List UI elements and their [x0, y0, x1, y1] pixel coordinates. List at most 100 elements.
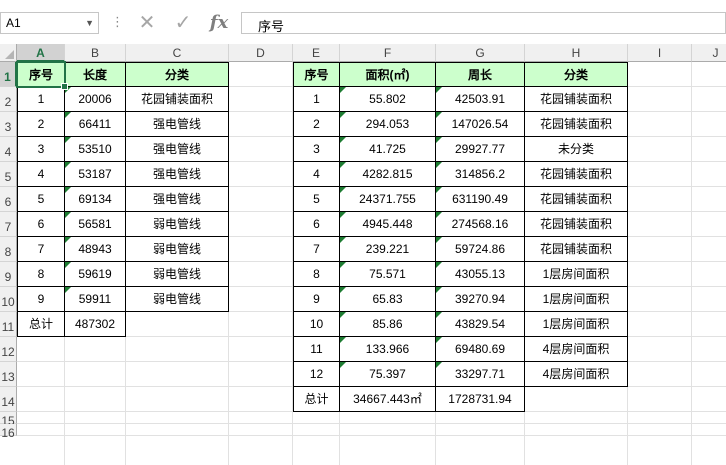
- left-table-cell[interactable]: 强电管线: [126, 187, 229, 212]
- right-total-label[interactable]: 总计: [293, 387, 340, 412]
- row-header-5[interactable]: 5: [0, 162, 17, 187]
- left-table-cell[interactable]: 5: [17, 187, 65, 212]
- row-header-9[interactable]: 9: [0, 262, 17, 287]
- right-table-cell[interactable]: 花园铺装面积: [525, 212, 628, 237]
- left-table-cell[interactable]: 弱电管线: [126, 212, 229, 237]
- row-header-16[interactable]: 16: [0, 424, 17, 440]
- right-table-cell[interactable]: 4945.448: [340, 212, 436, 237]
- left-table-cell[interactable]: 59619: [65, 262, 126, 287]
- right-table-cell[interactable]: 10: [293, 312, 340, 337]
- left-table-cell[interactable]: 花园铺装面积: [126, 87, 229, 112]
- formula-input[interactable]: 序号: [241, 12, 726, 34]
- left-header-cell[interactable]: 分类: [126, 62, 229, 87]
- row-header-11[interactable]: 11: [0, 312, 17, 337]
- right-table-cell[interactable]: 1: [293, 87, 340, 112]
- column-header-c[interactable]: C: [126, 44, 229, 62]
- left-table-cell[interactable]: 8: [17, 262, 65, 287]
- right-table-cell[interactable]: 75.571: [340, 262, 436, 287]
- right-table-cell[interactable]: 69480.69: [436, 337, 525, 362]
- right-header-cell[interactable]: 分类: [525, 62, 628, 87]
- row-header-13[interactable]: 13: [0, 362, 17, 387]
- right-table-cell[interactable]: 59724.86: [436, 237, 525, 262]
- left-table-cell[interactable]: 1: [17, 87, 65, 112]
- right-table-cell[interactable]: 274568.16: [436, 212, 525, 237]
- left-table-cell[interactable]: 6: [17, 212, 65, 237]
- left-table-cell[interactable]: 强电管线: [126, 112, 229, 137]
- right-table-cell[interactable]: 631190.49: [436, 187, 525, 212]
- right-table-cell[interactable]: 133.966: [340, 337, 436, 362]
- left-header-cell[interactable]: 长度: [65, 62, 126, 87]
- row-header-8[interactable]: 8: [0, 237, 17, 262]
- right-table-cell[interactable]: 未分类: [525, 137, 628, 162]
- left-table-cell[interactable]: 66411: [65, 112, 126, 137]
- column-header-e[interactable]: E: [293, 44, 340, 62]
- right-table-cell[interactable]: 4层房间面积: [525, 337, 628, 362]
- row-header-7[interactable]: 7: [0, 212, 17, 237]
- left-table-cell[interactable]: 3: [17, 137, 65, 162]
- row-header-2[interactable]: 2: [0, 87, 17, 112]
- right-table-cell[interactable]: 花园铺装面积: [525, 162, 628, 187]
- right-table-cell[interactable]: 43829.54: [436, 312, 525, 337]
- left-table-cell[interactable]: 53187: [65, 162, 126, 187]
- left-table-cell[interactable]: 53510: [65, 137, 126, 162]
- left-header-cell[interactable]: 序号: [17, 62, 65, 87]
- column-header-i[interactable]: I: [628, 44, 692, 62]
- right-table-cell[interactable]: 6: [293, 212, 340, 237]
- right-table-cell[interactable]: 11: [293, 337, 340, 362]
- right-total-perimeter[interactable]: 1728731.94: [436, 387, 525, 412]
- right-table-cell[interactable]: 花园铺装面积: [525, 187, 628, 212]
- left-table-cell[interactable]: 弱电管线: [126, 262, 229, 287]
- right-table-cell[interactable]: 294.053: [340, 112, 436, 137]
- left-table-cell[interactable]: 弱电管线: [126, 287, 229, 312]
- right-table-cell[interactable]: 4: [293, 162, 340, 187]
- left-total-label[interactable]: 总计: [17, 312, 65, 337]
- right-table-cell[interactable]: 花园铺装面积: [525, 112, 628, 137]
- row-header-1[interactable]: 1: [0, 62, 17, 87]
- right-table-cell[interactable]: 147026.54: [436, 112, 525, 137]
- row-header-12[interactable]: 12: [0, 337, 17, 362]
- insert-function-icon[interactable]: fx: [204, 10, 234, 36]
- cancel-icon[interactable]: ✕: [132, 10, 162, 36]
- spreadsheet-grid[interactable]: A B C D E F G H I J 1 2 3 4 5 6 7 8 9 10 11 12 13 14 15 16 序号 长度 分类 1…: [0, 44, 726, 465]
- right-table-cell[interactable]: 4层房间面积: [525, 362, 628, 387]
- left-table-cell[interactable]: 59911: [65, 287, 126, 312]
- row-header-4[interactable]: 4: [0, 137, 17, 162]
- right-table-cell[interactable]: 8: [293, 262, 340, 287]
- left-table-cell[interactable]: 20006: [65, 87, 126, 112]
- right-table-cell[interactable]: 33297.71: [436, 362, 525, 387]
- left-table-cell[interactable]: 56581: [65, 212, 126, 237]
- right-table-cell[interactable]: 2: [293, 112, 340, 137]
- right-header-cell[interactable]: 面积(㎡): [340, 62, 436, 87]
- right-table-cell[interactable]: 42503.91: [436, 87, 525, 112]
- left-table-cell[interactable]: 弱电管线: [126, 237, 229, 262]
- column-header-b[interactable]: B: [65, 44, 126, 62]
- column-header-d[interactable]: D: [229, 44, 293, 62]
- right-table-cell[interactable]: 4282.815: [340, 162, 436, 187]
- left-table-cell[interactable]: 4: [17, 162, 65, 187]
- column-header-h[interactable]: H: [525, 44, 628, 62]
- left-table-cell[interactable]: 48943: [65, 237, 126, 262]
- right-table-cell[interactable]: 1层房间面积: [525, 287, 628, 312]
- enter-icon[interactable]: ✓: [168, 10, 198, 36]
- right-table-cell[interactable]: 1层房间面积: [525, 312, 628, 337]
- right-table-cell[interactable]: 9: [293, 287, 340, 312]
- left-table-cell[interactable]: 9: [17, 287, 65, 312]
- more-options-icon[interactable]: ⋮: [111, 14, 124, 30]
- right-table-cell[interactable]: 29927.77: [436, 137, 525, 162]
- column-header-j[interactable]: J: [692, 44, 726, 62]
- right-total-area[interactable]: 34667.443㎡: [340, 387, 436, 412]
- row-header-15[interactable]: 15: [0, 412, 17, 428]
- right-table-cell[interactable]: 85.86: [340, 312, 436, 337]
- right-table-cell[interactable]: 花园铺装面积: [525, 87, 628, 112]
- right-table-cell[interactable]: 239.221: [340, 237, 436, 262]
- right-table-cell[interactable]: 39270.94: [436, 287, 525, 312]
- right-table-cell[interactable]: 12: [293, 362, 340, 387]
- right-header-cell[interactable]: 周长: [436, 62, 525, 87]
- left-table-cell[interactable]: 2: [17, 112, 65, 137]
- right-table-cell[interactable]: 7: [293, 237, 340, 262]
- row-header-6[interactable]: 6: [0, 187, 17, 212]
- left-table-cell[interactable]: 强电管线: [126, 162, 229, 187]
- right-table-cell[interactable]: 75.397: [340, 362, 436, 387]
- right-table-cell[interactable]: 5: [293, 187, 340, 212]
- right-table-cell[interactable]: 3: [293, 137, 340, 162]
